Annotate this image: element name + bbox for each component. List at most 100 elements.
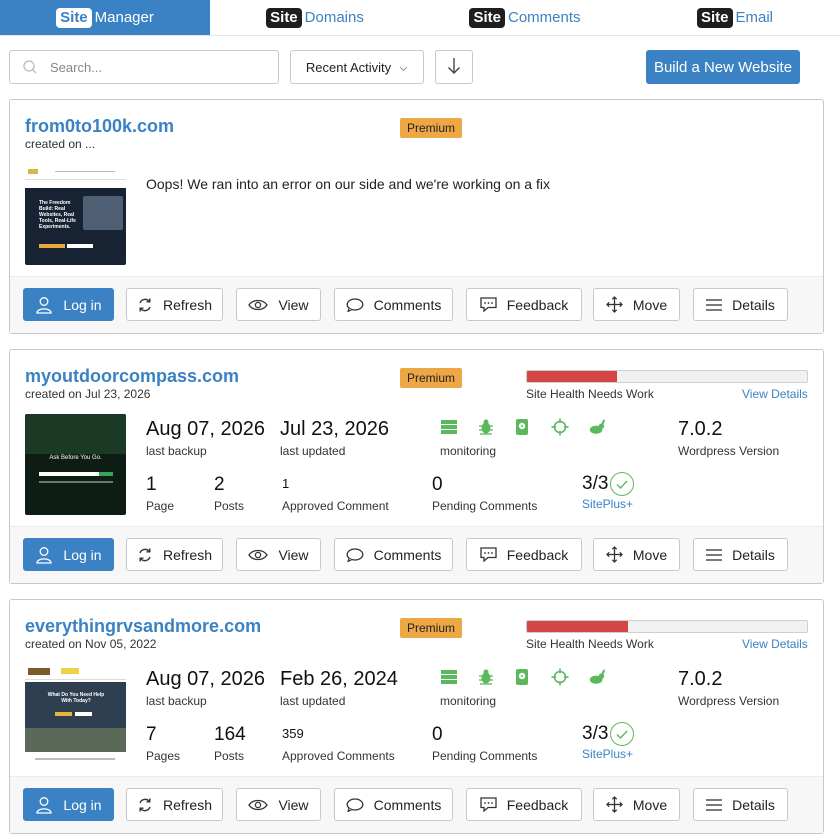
site-health-label: Site Health Needs Work <box>526 387 654 401</box>
site-health-bar <box>526 620 808 633</box>
wp-version-stat: 7.0.2 Wordpress Version <box>678 418 779 458</box>
site-thumbnail[interactable]: What Do You Need Help With Today? <box>25 664 126 765</box>
view-details-link[interactable]: View Details <box>742 387 808 401</box>
monitoring-icons <box>440 418 606 436</box>
site-domain-link[interactable]: myoutdoorcompass.com <box>25 366 239 387</box>
login-button[interactable]: Log in <box>23 538 114 571</box>
site-thumbnail[interactable]: The Freedom Build: Real Websites, Real T… <box>25 164 126 265</box>
move-button[interactable]: Move <box>593 288 680 321</box>
last-updated-value: Jul 23, 2026 <box>280 418 389 440</box>
view-button[interactable]: View <box>236 288 321 321</box>
approved-comments-label: Approved Comment <box>282 499 389 513</box>
comments-button[interactable]: Comments <box>334 288 453 321</box>
pages-stat: 7 Pages <box>146 724 180 763</box>
site-domain-link[interactable]: everythingrvsandmore.com <box>25 616 261 637</box>
tab-email[interactable]: Site Email <box>630 0 840 35</box>
comments-button[interactable]: Comments <box>334 538 453 571</box>
search-input[interactable] <box>50 59 250 75</box>
tab-domains[interactable]: Site Domains <box>210 0 420 35</box>
tab-badge: Site <box>696 7 733 28</box>
details-button[interactable]: Details <box>693 538 788 571</box>
pages-label: Pages <box>146 749 181 763</box>
comment-icon <box>346 797 364 812</box>
details-label: Details <box>732 796 775 813</box>
monitoring-label-wrap: monitoring <box>440 691 496 708</box>
thumbnail-headline: Ask Before You Go. <box>49 455 102 461</box>
move-button[interactable]: Move <box>593 788 680 821</box>
server-icon <box>440 418 458 436</box>
move-button[interactable]: Move <box>593 538 680 571</box>
view-button[interactable]: View <box>236 538 321 571</box>
details-button[interactable]: Details <box>693 288 788 321</box>
tab-label: Email <box>735 9 774 26</box>
sort-select[interactable]: Recent Activity <box>290 50 424 84</box>
last-updated-value: Feb 26, 2024 <box>280 668 398 690</box>
move-icon <box>605 546 623 563</box>
tab-manager[interactable]: Site Manager <box>0 0 210 35</box>
approved-comments-count: 1 <box>282 476 290 491</box>
move-icon <box>605 296 623 313</box>
site-thumbnail[interactable]: Ask Before You Go. <box>25 414 126 515</box>
refresh-button[interactable]: Refresh <box>126 288 223 321</box>
feedback-icon <box>480 547 497 562</box>
last-backup-label: last backup <box>146 444 207 458</box>
bug-icon <box>477 668 495 686</box>
monitoring-label: monitoring <box>440 444 497 458</box>
eye-icon <box>248 299 269 310</box>
thumbnail-headline: The Freedom Build: Real Websites, Real T… <box>39 200 76 230</box>
last-backup-value: Aug 07, 2026 <box>146 668 265 690</box>
pending-comments-label: Pending Comments <box>432 749 538 763</box>
site-domain-link[interactable]: from0to100k.com <box>25 116 174 137</box>
comments-button[interactable]: Comments <box>334 788 453 821</box>
wp-version-value: 7.0.2 <box>678 418 723 440</box>
tab-badge: Site <box>469 7 505 28</box>
sort-direction-button[interactable] <box>435 50 473 84</box>
refresh-button[interactable]: Refresh <box>126 788 223 821</box>
refresh-button[interactable]: Refresh <box>126 538 223 571</box>
refresh-label: Refresh <box>162 296 213 313</box>
crosshair-icon <box>551 418 569 436</box>
details-label: Details <box>732 546 775 563</box>
siteplus-value: 3/3 <box>582 723 609 745</box>
feedback-button[interactable]: Feedback <box>466 538 582 571</box>
tab-comments[interactable]: Site Comments <box>420 0 630 35</box>
rabbit-icon <box>588 418 606 436</box>
view-details-link[interactable]: View Details <box>742 637 808 651</box>
tab-badge: Site <box>56 7 92 28</box>
move-label: Move <box>632 796 668 813</box>
wp-version-label: Wordpress Version <box>678 444 780 458</box>
menu-lines-icon <box>706 798 723 811</box>
approved-comments-stat: 359 Approved Comments <box>282 726 395 763</box>
view-label: View <box>278 546 309 563</box>
siteplus-label: SitePlus+ <box>582 497 634 511</box>
siteplus-value: 3/3 <box>582 473 609 495</box>
login-label: Log in <box>63 296 102 313</box>
build-new-website-button[interactable]: Build a New Website <box>646 50 800 84</box>
feedback-button[interactable]: Feedback <box>466 288 582 321</box>
wp-version-value: 7.0.2 <box>678 668 723 690</box>
view-button[interactable]: View <box>236 788 321 821</box>
comment-icon <box>346 547 364 562</box>
hard-drive-icon <box>514 668 532 686</box>
login-button[interactable]: Log in <box>23 788 114 821</box>
feedback-label: Feedback <box>506 546 569 563</box>
search-icon <box>10 51 50 83</box>
site-health-label: Site Health Needs Work <box>526 637 654 651</box>
site-health-fill <box>527 621 628 632</box>
feedback-button[interactable]: Feedback <box>466 788 582 821</box>
move-label: Move <box>632 296 668 313</box>
siteplus-stat[interactable]: 3/3 SitePlus+ <box>582 472 635 511</box>
tab-badge: Site <box>266 7 302 28</box>
menu-lines-icon <box>706 548 723 561</box>
last-updated-stat: Jul 23, 2026 last updated <box>280 418 389 458</box>
view-label: View <box>278 796 309 813</box>
last-backup-stat: Aug 07, 2026 last backup <box>146 668 265 708</box>
feedback-label: Feedback <box>506 296 569 313</box>
posts-stat: 2 Posts <box>214 474 244 513</box>
login-button[interactable]: Log in <box>23 288 114 321</box>
site-actions: Log in Refresh View Comments Feedback Mo… <box>10 526 823 583</box>
last-backup-value: Aug 07, 2026 <box>146 418 265 440</box>
monitoring-icons <box>440 668 606 686</box>
siteplus-stat[interactable]: 3/3 SitePlus+ <box>582 722 635 761</box>
details-button[interactable]: Details <box>693 788 788 821</box>
